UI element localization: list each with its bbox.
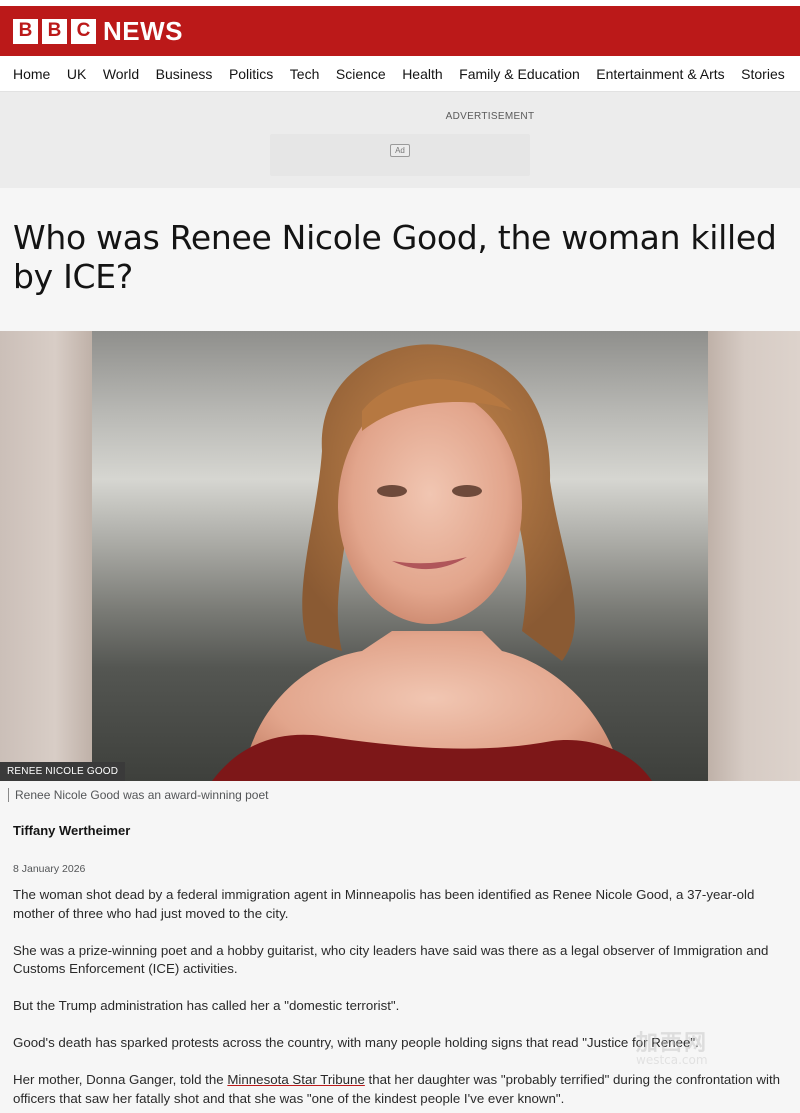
news-wordmark[interactable]: NEWS xyxy=(103,16,183,47)
advertisement-label: ADVERTISEMENT xyxy=(445,111,535,122)
image-credit: RENEE NICOLE GOOD xyxy=(0,762,126,781)
bbc-logo[interactable]: B B C xyxy=(13,18,96,44)
watermark-logo: 加西网 westca.com xyxy=(636,1025,744,1067)
advertisement-slot[interactable]: Ad xyxy=(270,134,530,176)
nav-item-tech[interactable]: Tech xyxy=(290,66,320,82)
nav-item-business[interactable]: Business xyxy=(156,66,213,82)
caption-text: Renee Nicole Good was an award-winning p… xyxy=(15,788,269,802)
nav-item-health[interactable]: Health xyxy=(402,66,442,82)
nav-item-science[interactable]: Science xyxy=(336,66,386,82)
portrait-illustration xyxy=(212,344,652,781)
minnesota-star-tribune-link[interactable]: Minnesota Star Tribune xyxy=(227,1072,364,1087)
ad-badge: Ad xyxy=(390,144,410,157)
paragraph: But the Trump administration has called … xyxy=(13,998,400,1013)
nav-item-entertainment-arts[interactable]: Entertainment & Arts xyxy=(596,66,724,82)
hero-image: RENEE NICOLE GOOD xyxy=(0,331,800,781)
logo-block-b2: B xyxy=(42,18,67,44)
nav-item-world[interactable]: World xyxy=(103,66,139,82)
hero-blur-left xyxy=(0,331,92,781)
logo-block-b1: B xyxy=(13,18,38,44)
article-body: The woman shot dead by a federal immigra… xyxy=(0,875,800,1108)
nav-item-uk[interactable]: UK xyxy=(67,66,86,82)
hero-blur-right xyxy=(708,331,800,781)
caption-rule xyxy=(8,788,9,802)
author-byline[interactable]: Tiffany Wertheimer xyxy=(0,809,800,838)
headline-block: Who was Renee Nicole Good, the woman kil… xyxy=(0,188,800,331)
publish-date: 8 January 2026 xyxy=(13,863,86,875)
logo-block-c: C xyxy=(71,18,96,44)
masthead: B B C NEWS xyxy=(0,6,800,56)
paragraph-text: Her mother, Donna Ganger, told the xyxy=(13,1072,228,1087)
paragraph: She was a prize-winning poet and a hobby… xyxy=(13,942,769,977)
nav-item-politics[interactable]: Politics xyxy=(229,66,273,82)
paragraph-with-link: Her mother, Donna Ganger, told the Minne… xyxy=(13,1071,787,1108)
nav-item-home[interactable]: Home xyxy=(13,66,50,82)
nav-item-stories[interactable]: Stories xyxy=(741,66,785,82)
image-caption: Renee Nicole Good was an award-winning p… xyxy=(0,781,800,809)
article-headline: Who was Renee Nicole Good, the woman kil… xyxy=(13,218,777,296)
advertisement-area: ADVERTISEMENT Ad xyxy=(0,92,800,188)
paragraph: The woman shot dead by a federal immigra… xyxy=(13,887,755,921)
watermark-en-text: westca.com xyxy=(636,1053,708,1067)
portrait-photo xyxy=(92,331,708,781)
primary-nav: Home UK World Business Politics Tech Sci… xyxy=(0,56,800,92)
nav-item-family-education[interactable]: Family & Education xyxy=(459,66,580,82)
